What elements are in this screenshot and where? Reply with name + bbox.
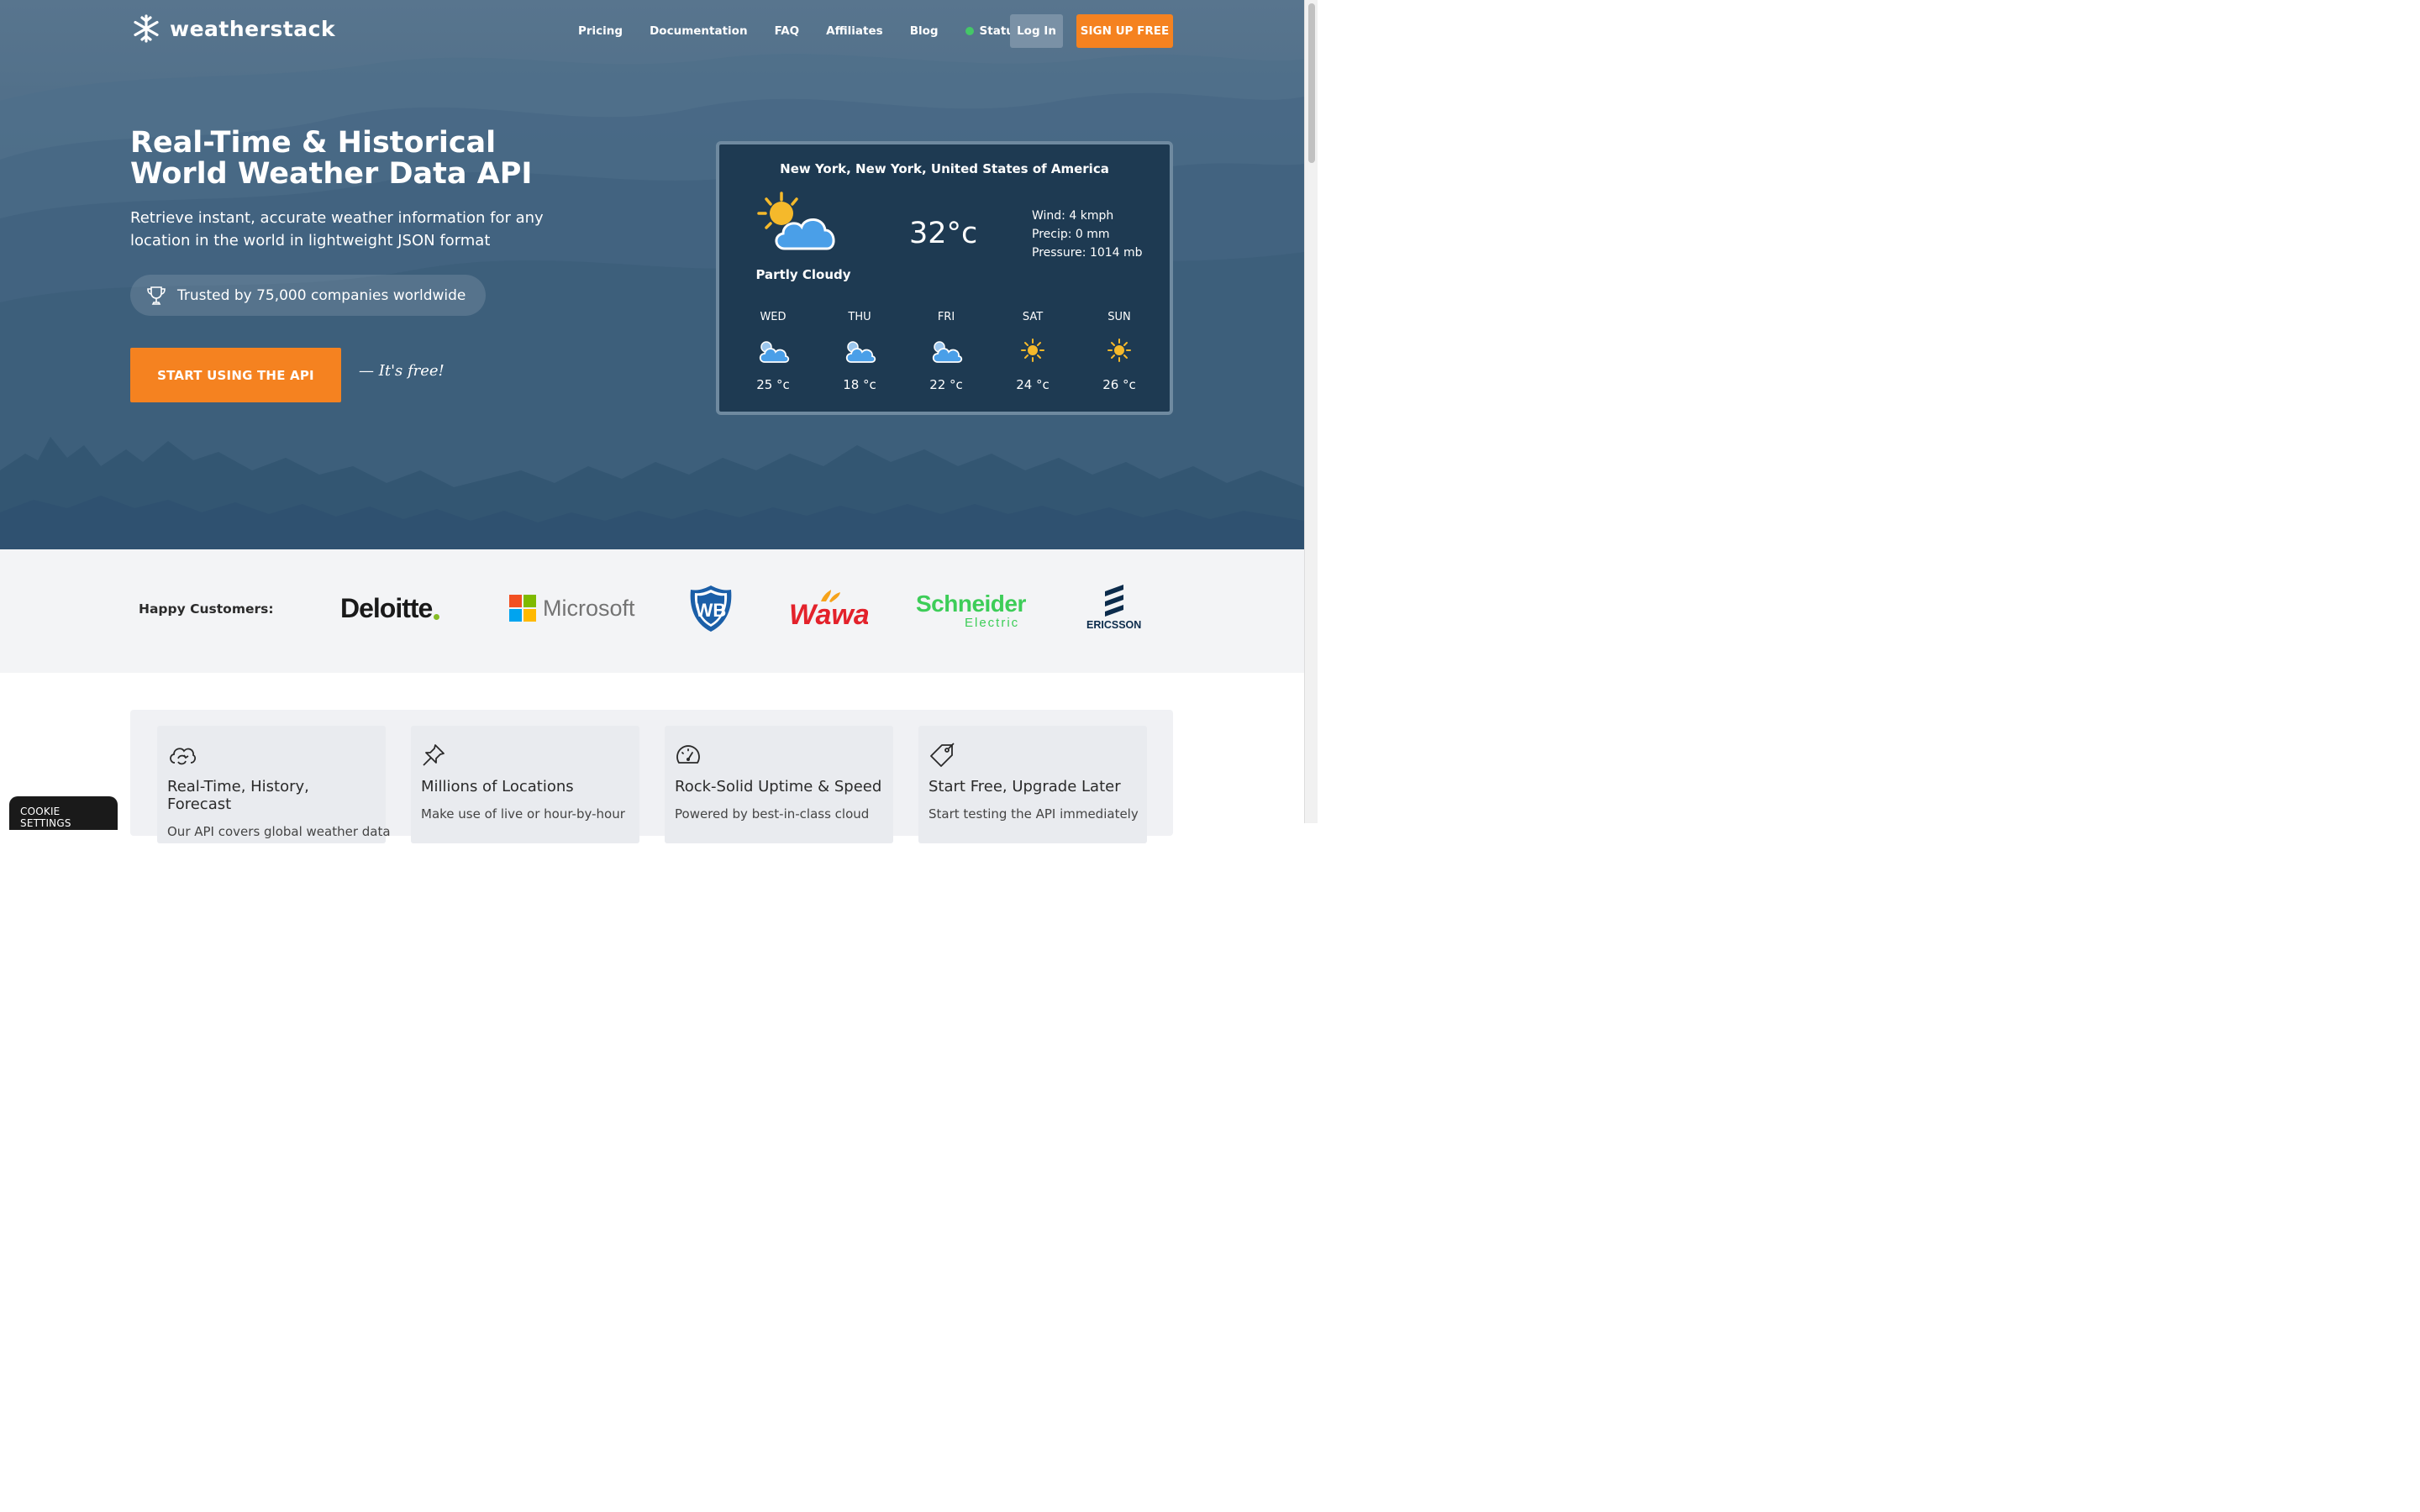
forecast-day: THU 18 °c xyxy=(823,311,897,392)
sun-icon xyxy=(1021,339,1044,362)
feature-title: Real-Time, History, Forecast xyxy=(167,778,309,813)
ericsson-bars-icon xyxy=(1104,585,1123,617)
nav-faq[interactable]: FAQ xyxy=(775,24,800,38)
feature-desc: Powered by best-in-class cloud xyxy=(675,806,870,822)
forecast-day-temp: 26 °c xyxy=(1102,377,1136,392)
nav-documentation[interactable]: Documentation xyxy=(650,24,747,38)
forecast-day-name: SAT xyxy=(1022,311,1044,323)
widget-precip: Precip: 0 mm xyxy=(1032,228,1110,241)
page-scrollbar[interactable] xyxy=(1304,0,1318,823)
gauge-icon xyxy=(676,745,700,764)
hero-section: weatherstack Pricing Documentation FAQ A… xyxy=(0,0,1304,549)
microsoft-logo-text: Microsoft xyxy=(543,595,635,621)
widget-wind: Wind: 4 kmph xyxy=(1032,209,1114,223)
status-dot-icon xyxy=(965,27,974,35)
feature-title: Start Free, Upgrade Later xyxy=(929,778,1121,795)
cloud-icon xyxy=(759,341,790,363)
feature-title: Rock-Solid Uptime & Speed xyxy=(675,778,882,795)
forecast-day-temp: 22 °c xyxy=(929,377,963,392)
pin-icon xyxy=(423,744,445,766)
widget-details: Wind: 4 kmph Precip: 0 mm Pressure: 1014… xyxy=(1032,207,1143,262)
forecast-row: WED 25 °c THU 18 °c FRI 22 °c SAT 24 °c … xyxy=(736,311,1156,392)
page-title-line1: Real-Time & Historical xyxy=(130,126,497,160)
nav-affiliates[interactable]: Affiliates xyxy=(826,24,883,38)
forecast-day: WED 25 °c xyxy=(736,311,810,392)
trophy-icon xyxy=(147,286,166,305)
sun-icon xyxy=(1107,339,1131,362)
features-section: Real-Time, History, Forecast Our API cov… xyxy=(130,710,1173,843)
forecast-day-name: WED xyxy=(760,311,786,323)
wb-logo: WB xyxy=(687,585,734,633)
ericsson-logo: ERICSSON xyxy=(1086,583,1141,631)
feature-card: Start Free, Upgrade Later Start testing … xyxy=(918,726,1147,843)
wawa-logo-text: Wawa xyxy=(789,599,868,628)
brand-name: weatherstack xyxy=(170,16,336,41)
feature-card: Millions of Locations Make use of live o… xyxy=(411,726,639,843)
microsoft-logo: Microsoft xyxy=(509,595,635,622)
hero-subtitle: Retrieve instant, accurate weather infor… xyxy=(130,209,544,249)
start-api-button[interactable]: START USING THE API xyxy=(130,348,341,402)
deloitte-logo: Deloitte xyxy=(340,593,440,624)
cookie-settings-button[interactable]: COOKIE SETTINGS xyxy=(9,796,118,830)
feature-title: Millions of Locations xyxy=(421,778,574,795)
customers-section: Happy Customers: Deloitte Microsoft WB W… xyxy=(0,549,1304,673)
widget-condition: Partly Cloudy xyxy=(755,267,851,282)
forecast-day: SAT 24 °c xyxy=(996,311,1070,392)
cloud-icon xyxy=(932,341,963,363)
cloud-icon xyxy=(845,341,876,363)
widget-location: New York, New York, United States of Ame… xyxy=(780,161,1109,176)
schneider-electric-text: Electric xyxy=(965,616,1020,630)
forecast-day-temp: 25 °c xyxy=(756,377,790,392)
feature-desc: Our API covers global weather data xyxy=(167,824,391,839)
schneider-logo-text: Schneider xyxy=(916,591,1026,617)
customers-label: Happy Customers: xyxy=(139,601,274,617)
feature-desc: Start testing the API immediately xyxy=(929,806,1139,822)
partly-cloudy-icon xyxy=(757,192,835,250)
widget-temperature: 32°c xyxy=(909,217,978,250)
free-note: — It's free! xyxy=(359,362,445,380)
wb-shield-icon: WB xyxy=(690,585,732,632)
nav-pricing[interactable]: Pricing xyxy=(578,24,623,38)
forecast-day: SUN 26 °c xyxy=(1082,311,1156,392)
page-title: Real-Time & Historical World Weather Dat… xyxy=(130,128,668,190)
schneider-logo: Schneider Electric xyxy=(916,591,1026,630)
microsoft-squares-icon xyxy=(509,595,536,622)
cloud-sync-icon xyxy=(170,748,197,765)
weather-widget: New York, New York, United States of Ame… xyxy=(716,141,1173,415)
forecast-day-name: THU xyxy=(848,311,871,323)
trust-text: Trusted by 75,000 companies worldwide xyxy=(177,286,466,304)
tag-icon xyxy=(930,743,955,767)
deloitte-logo-text: Deloitte xyxy=(340,593,433,623)
main-nav: Pricing Documentation FAQ Affiliates Blo… xyxy=(565,14,1034,48)
feature-card: Rock-Solid Uptime & Speed Powered by bes… xyxy=(665,726,893,843)
nav-blog[interactable]: Blog xyxy=(910,24,939,38)
feature-desc: Make use of live or hour-by-hour xyxy=(421,806,625,822)
scrollbar-thumb[interactable] xyxy=(1308,3,1315,163)
forecast-day-name: SUN xyxy=(1107,311,1131,323)
wawa-goose-icon: Wawa xyxy=(789,590,868,628)
feature-card: Real-Time, History, Forecast Our API cov… xyxy=(157,726,391,843)
trust-badge: Trusted by 75,000 companies worldwide xyxy=(130,275,486,316)
wawa-logo: Wawa xyxy=(787,588,868,628)
ericsson-logo-text: ERICSSON xyxy=(1086,619,1142,631)
page-title-line2: World Weather Data API xyxy=(130,157,533,191)
forecast-day-temp: 24 °c xyxy=(1016,377,1050,392)
forecast-day-temp: 18 °c xyxy=(843,377,876,392)
forecast-day: FRI 22 °c xyxy=(909,311,983,392)
wb-logo-text: WB xyxy=(696,600,727,621)
signup-button[interactable]: SIGN UP FREE xyxy=(1076,14,1173,48)
widget-pressure: Pressure: 1014 mb xyxy=(1032,246,1143,260)
login-button[interactable]: Log In xyxy=(1010,14,1063,48)
forecast-day-name: FRI xyxy=(937,311,955,323)
snowflake-icon xyxy=(134,14,159,43)
deloitte-dot-icon xyxy=(434,614,440,620)
brand-logo[interactable]: weatherstack xyxy=(131,13,335,44)
